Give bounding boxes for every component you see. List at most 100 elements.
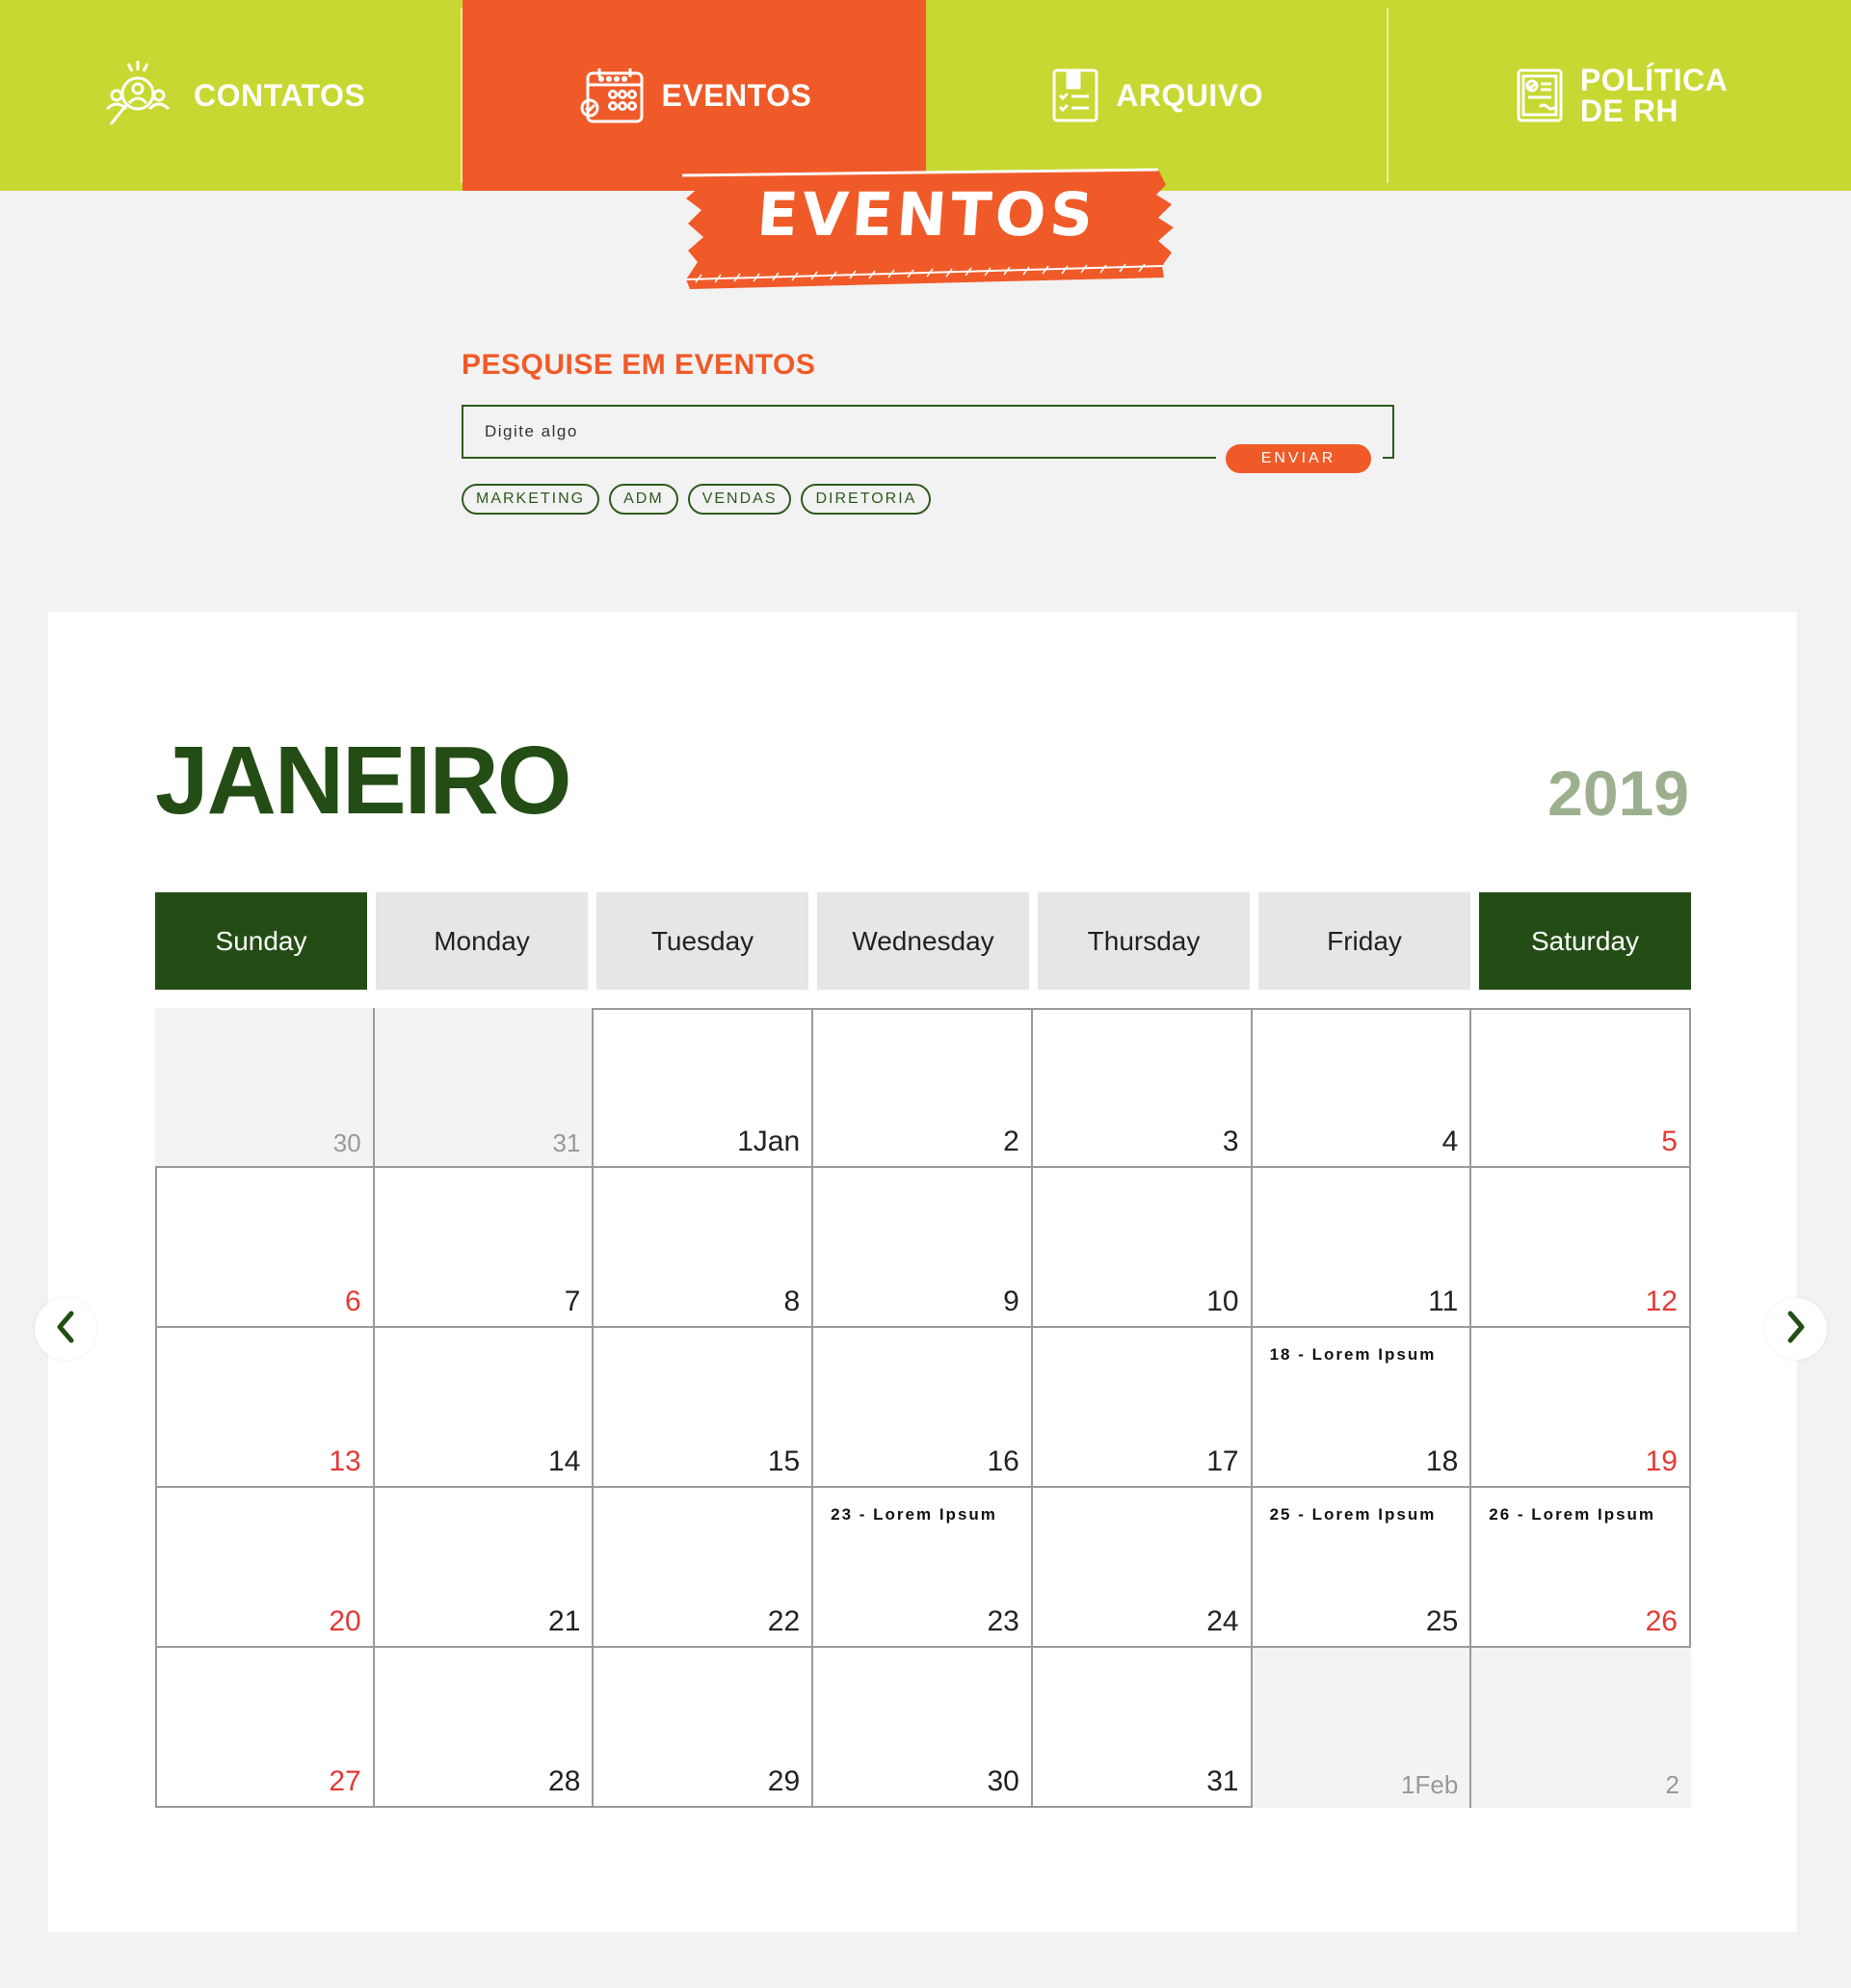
day-number: 16 [987,1445,1019,1477]
day-number: 28 [548,1765,581,1797]
day-cell[interactable]: 7 [374,1168,595,1328]
day-number: 25 [1425,1605,1459,1637]
day-cell[interactable]: 2 [813,1008,1033,1168]
search-title: PESQUISE EM EVENTOS [462,349,816,381]
event-item[interactable]: 23 - Lorem Ipsum [831,1505,1023,1524]
day-cell[interactable]: 30 [813,1648,1033,1808]
day-cell[interactable]: 19 [1471,1328,1691,1488]
day-cell[interactable]: 27 [155,1648,375,1808]
nav-label-eventos: EVENTOS [661,78,812,113]
day-number: 29 [767,1765,801,1797]
day-number: 6 [345,1286,361,1317]
day-number: 7 [564,1286,581,1317]
day-cell[interactable]: 30 [155,1008,375,1168]
day-cell[interactable]: 13 [155,1328,375,1488]
day-cell[interactable]: 10 [1032,1168,1253,1328]
calendar-grid: 30 31 1Jan 2 3 4 5 6 7 8 9 10 11 12 13 14 15 16 17 18 - Lor… [155,1008,1691,1808]
banner-title: EVENTOS [754,179,1099,250]
day-number: 13 [329,1445,361,1477]
nav-label-politica-line1: POLÍTICA [1579,63,1729,97]
day-cell[interactable]: 11 [1252,1168,1472,1328]
day-cell[interactable]: 3 [1032,1008,1253,1168]
weekday-tuesday: Tuesday [596,892,808,990]
day-number: 15 [767,1445,801,1477]
day-number: 9 [1003,1286,1019,1317]
day-number: 12 [1645,1286,1678,1317]
archive-icon [1050,66,1100,124]
day-number: 19 [1645,1445,1678,1477]
day-number: 30 [987,1765,1019,1797]
section-banner: EVENTOS [676,166,1177,291]
weekday-sunday: Sunday [155,892,367,990]
nav-label-politica-line2: DE RH [1579,93,1679,128]
day-cell[interactable]: 1Feb [1252,1648,1472,1808]
day-cell[interactable]: 9 [813,1168,1033,1328]
day-cell[interactable]: 25 - Lorem Ipsum 25 [1252,1488,1472,1648]
day-number: 23 [987,1605,1019,1637]
day-number: 17 [1206,1445,1239,1477]
day-number: 8 [783,1286,801,1317]
day-cell[interactable]: 6 [155,1168,375,1328]
day-cell[interactable]: 29 [594,1648,814,1808]
day-cell[interactable]: 12 [1471,1168,1691,1328]
day-number: 14 [548,1445,581,1477]
day-cell[interactable]: 17 [1032,1328,1253,1488]
event-item[interactable]: 25 - Lorem Ipsum [1270,1505,1463,1524]
day-number: 11 [1428,1286,1459,1317]
day-number: 2 [1665,1770,1679,1799]
weekday-header: Sunday Monday Tuesday Wednesday Thursday… [155,892,1691,990]
event-item[interactable]: 26 - Lorem Ipsum [1489,1505,1681,1524]
nav-item-eventos[interactable]: EVENTOS [463,0,926,191]
contacts-icon [97,55,178,136]
chevron-left-icon [54,1310,77,1349]
day-cell[interactable]: 23 - Lorem Ipsum 23 [813,1488,1033,1648]
tag-adm[interactable]: ADM [609,484,678,515]
submit-button[interactable]: ENVIAR [1226,444,1371,473]
nav-item-contatos[interactable]: CONTATOS [0,0,463,191]
tag-marketing[interactable]: MARKETING [462,484,600,515]
filter-tags: MARKETING ADM VENDAS DIRETORIA [462,484,932,515]
day-cell[interactable]: 31 [1032,1648,1253,1808]
prev-month-button[interactable] [35,1298,96,1360]
day-number: 18 [1425,1445,1459,1477]
day-cell[interactable]: 24 [1032,1488,1253,1648]
day-cell[interactable]: 22 [594,1488,814,1648]
day-cell[interactable]: 28 [374,1648,595,1808]
day-cell[interactable]: 4 [1252,1008,1472,1168]
day-cell[interactable]: 21 [374,1488,595,1648]
day-cell[interactable]: 18 - Lorem Ipsum 18 [1252,1328,1472,1488]
policy-document-icon [1515,66,1565,124]
nav-item-politica-rh[interactable]: POLÍTICA DE RH [1388,0,1851,191]
day-number: 31 [1206,1765,1239,1797]
day-cell[interactable]: 2 [1471,1648,1691,1808]
day-cell[interactable]: 20 [155,1488,375,1648]
nav-item-arquivo[interactable]: ARQUIVO [926,0,1389,191]
tag-diretoria[interactable]: DIRETORIA [801,484,932,515]
nav-label-politica-rh: POLÍTICA DE RH [1579,63,1729,128]
day-number: 27 [329,1765,361,1797]
event-item[interactable]: 18 - Lorem Ipsum [1270,1345,1463,1365]
day-cell[interactable]: 15 [594,1328,814,1488]
day-cell[interactable]: 16 [813,1328,1033,1488]
weekday-friday: Friday [1258,892,1470,990]
day-number: 5 [1661,1126,1678,1157]
day-cell[interactable]: 26 - Lorem Ipsum 26 [1471,1488,1691,1648]
weekday-wednesday: Wednesday [817,892,1029,990]
weekday-thursday: Thursday [1038,892,1250,990]
tag-vendas[interactable]: VENDAS [687,484,792,515]
day-number: 4 [1441,1126,1459,1157]
day-number: 2 [1003,1126,1019,1157]
nav-label-arquivo: ARQUIVO [1116,78,1264,113]
next-month-button[interactable] [1765,1298,1827,1360]
day-cell[interactable]: 1Jan [594,1008,814,1168]
day-number: 3 [1222,1126,1239,1157]
day-cell[interactable]: 31 [374,1008,595,1168]
day-cell[interactable]: 14 [374,1328,595,1488]
calendar-icon [576,66,646,125]
day-number: 1Feb [1401,1770,1459,1799]
day-cell[interactable]: 8 [594,1168,814,1328]
day-number: 26 [1645,1605,1678,1637]
top-nav: CONTATOS EVENTOS ARQUIVO POLÍTICA DE RH [0,0,1851,191]
day-cell[interactable]: 5 [1471,1008,1691,1168]
day-number: 21 [548,1605,581,1637]
